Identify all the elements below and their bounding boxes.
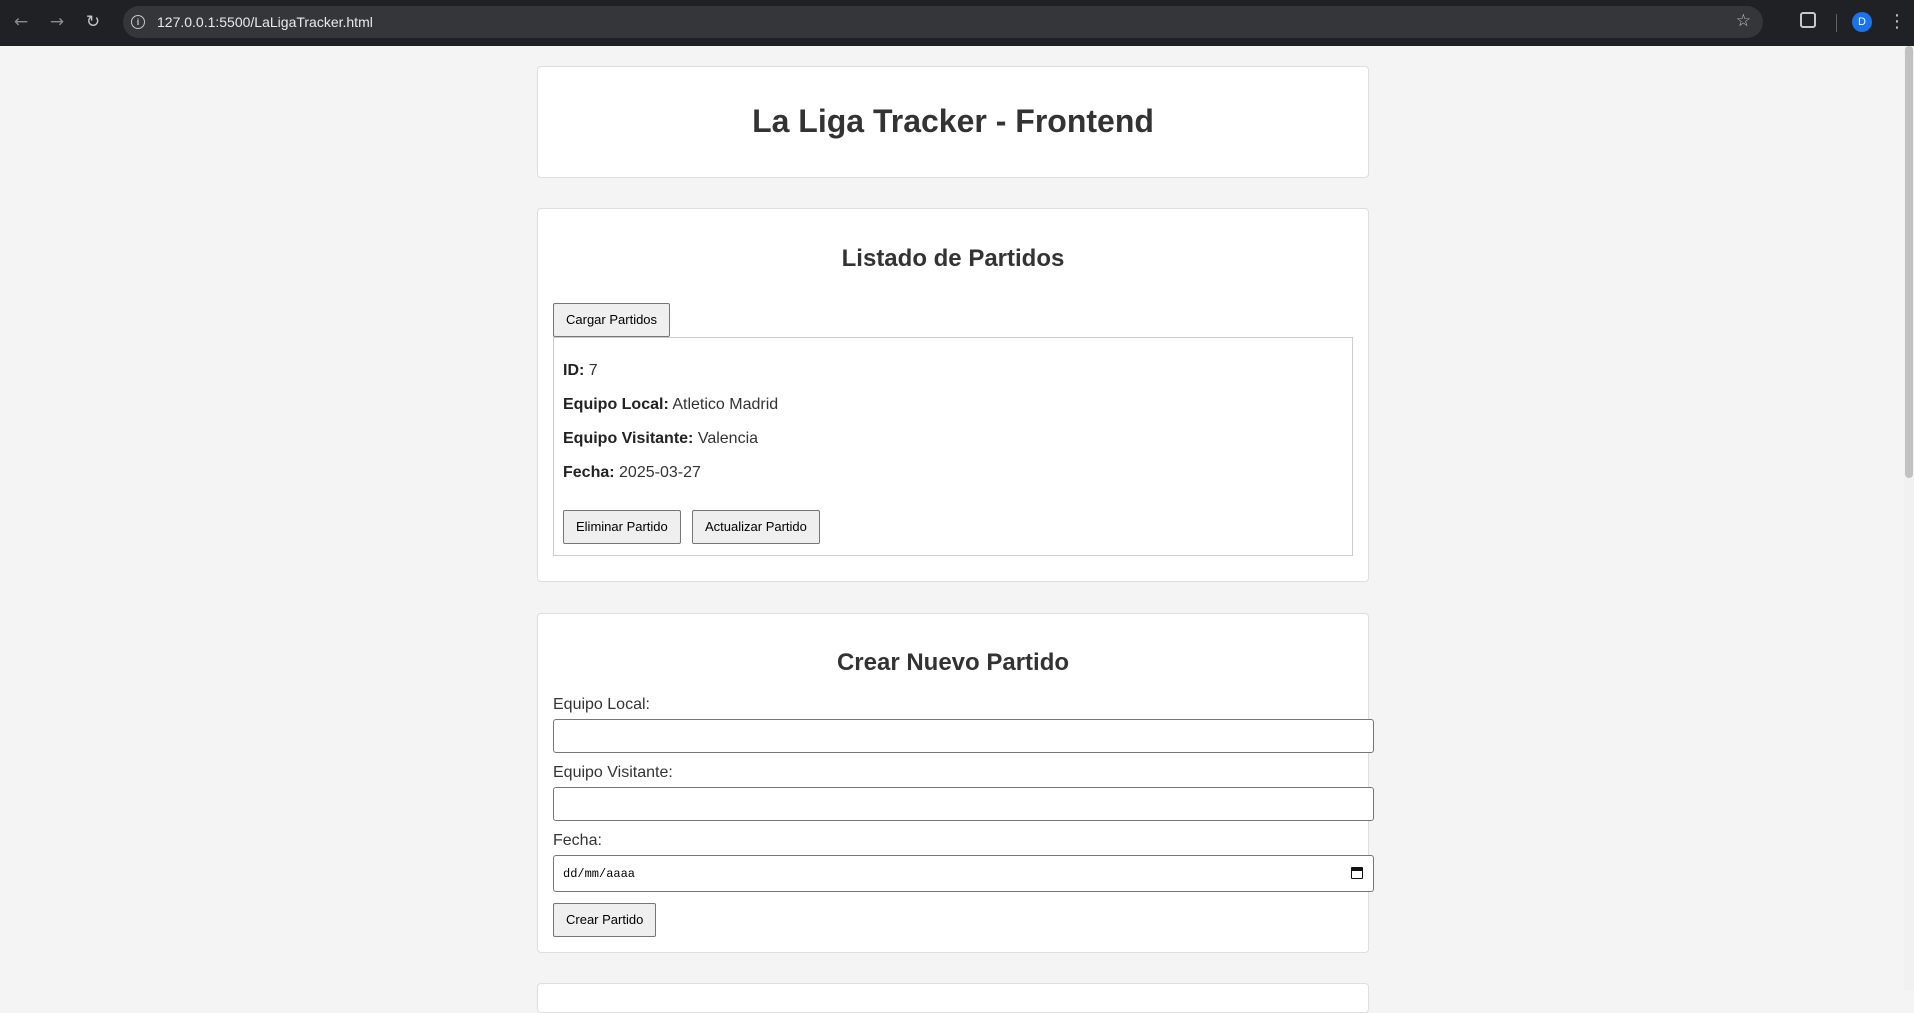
- avatar[interactable]: D: [1852, 12, 1872, 32]
- bookmark-star-icon[interactable]: ☆: [1736, 11, 1751, 31]
- update-match-button[interactable]: Actualizar Partido: [692, 510, 820, 544]
- create-match-button[interactable]: Crear Partido: [553, 903, 657, 937]
- header-card: La Liga Tracker - Frontend: [537, 66, 1369, 178]
- home-team-input[interactable]: [553, 719, 1374, 753]
- match-item: ID: 7 Equipo Local: Atletico Madrid Equi…: [553, 337, 1353, 556]
- next-section-card: [537, 983, 1369, 1013]
- match-date-label: Fecha:: [563, 464, 615, 481]
- scrollbar-thumb[interactable]: [1905, 46, 1913, 478]
- toolbar-divider: [1836, 14, 1837, 32]
- match-id: ID: 7: [563, 362, 598, 380]
- menu-icon[interactable]: ⋮: [1888, 10, 1906, 34]
- away-team-input[interactable]: [553, 787, 1374, 821]
- browser-toolbar: ← → ↻ i 127.0.0.1:5500/LaLigaTracker.htm…: [0, 0, 1914, 46]
- match-away-team: Equipo Visitante: Valencia: [563, 430, 758, 448]
- match-date: Fecha: 2025-03-27: [563, 464, 701, 482]
- home-team-label: Equipo Local:: [563, 396, 669, 413]
- extensions-icon[interactable]: [1800, 12, 1816, 28]
- match-date-value: 2025-03-27: [619, 464, 701, 481]
- section-title-crear: Crear Nuevo Partido: [836, 649, 1070, 676]
- match-id-label: ID:: [563, 362, 585, 379]
- home-team-value: Atletico Madrid: [672, 396, 779, 413]
- away-team-label: Equipo Visitante:: [563, 430, 694, 447]
- address-bar[interactable]: i 127.0.0.1:5500/LaLigaTracker.html ☆: [123, 6, 1763, 38]
- away-team-field-label: Equipo Visitante:: [553, 764, 673, 781]
- match-home-team: Equipo Local: Atletico Madrid: [563, 396, 778, 414]
- date-input[interactable]: dd/mm/aaaa: [553, 855, 1374, 892]
- date-placeholder: dd/mm/aaaa: [563, 867, 636, 881]
- away-team-value: Valencia: [697, 430, 759, 447]
- forward-icon[interactable]: →: [46, 11, 68, 33]
- page-title: La Liga Tracker - Frontend: [752, 103, 1154, 139]
- create-match-section: Crear Nuevo Partido Equipo Local: Equipo…: [537, 613, 1374, 953]
- section-title-listado: Listado de Partidos: [841, 245, 1065, 272]
- load-matches-button[interactable]: Cargar Partidos: [553, 303, 671, 337]
- delete-match-button[interactable]: Eliminar Partido: [563, 510, 681, 544]
- url-text[interactable]: 127.0.0.1:5500/LaLigaTracker.html: [157, 14, 373, 30]
- match-id-value: 7: [588, 362, 598, 379]
- date-field-label: Fecha:: [553, 832, 602, 849]
- match-list-section: Listado de Partidos Cargar Partidos ID: …: [537, 208, 1369, 582]
- home-team-field-label: Equipo Local:: [553, 696, 650, 713]
- back-icon[interactable]: ←: [10, 11, 32, 33]
- calendar-icon[interactable]: [1351, 867, 1363, 879]
- site-info-icon[interactable]: i: [131, 15, 145, 29]
- reload-icon[interactable]: ↻: [82, 11, 104, 33]
